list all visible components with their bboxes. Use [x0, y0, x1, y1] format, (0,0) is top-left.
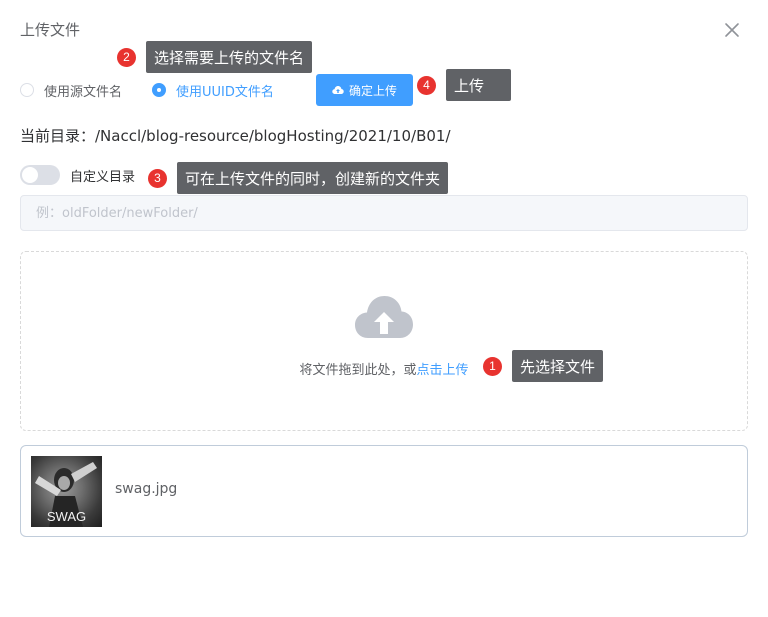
upload-drop-zone[interactable]: 将文件拖到此处，或点击上传	[20, 251, 748, 431]
annotation-badge: 1	[483, 356, 502, 376]
annotation-badge: 4	[417, 75, 436, 95]
custom-dir-switch[interactable]	[20, 165, 60, 185]
current-directory: 当前目录：/Naccl/blog-resource/blogHosting/20…	[20, 127, 451, 145]
upload-button-label: 确定上传	[348, 83, 397, 98]
annotation-tooltip: 上传	[446, 69, 511, 101]
click-upload-link[interactable]: 点击上传	[417, 363, 469, 378]
filename-radio-group: 使用源文件名 使用UUID文件名	[20, 74, 274, 106]
annotation-tooltip: 先选择文件	[512, 350, 604, 382]
file-thumbnail: SWAG	[31, 456, 102, 527]
annotation-tooltip: 选择需要上传的文件名	[146, 41, 313, 73]
thumbnail-caption: SWAG	[46, 509, 87, 524]
file-name: swag.jpg	[115, 481, 178, 497]
confirm-upload-button[interactable]: 确定上传	[316, 74, 413, 106]
custom-dir-label: 自定义目录	[70, 169, 136, 185]
dialog-title: 上传文件	[20, 21, 81, 39]
annotation-tooltip: 可在上传文件的同时，创建新的文件夹	[177, 162, 449, 194]
drop-zone-text: 将文件拖到此处，或点击上传	[21, 359, 747, 378]
radio-source-filename[interactable]: 使用源文件名	[20, 81, 122, 100]
radio-circle[interactable]	[20, 83, 34, 97]
drop-hint: 将文件拖到此处，或	[299, 363, 417, 378]
custom-dir-input[interactable]	[20, 195, 748, 231]
close-icon[interactable]	[722, 20, 742, 40]
switch-knob	[22, 167, 38, 183]
annotation-3: 3 可在上传文件的同时，创建新的文件夹	[148, 162, 449, 194]
cloud-upload-icon	[355, 296, 413, 338]
annotation-4: 4 上传	[417, 69, 511, 101]
annotation-badge: 2	[117, 47, 136, 67]
annotation-2: 2 选择需要上传的文件名	[117, 41, 313, 73]
custom-dir-row: 自定义目录	[20, 164, 135, 186]
radio-label: 使用源文件名	[44, 84, 123, 100]
radio-label: 使用UUID文件名	[176, 84, 274, 100]
radio-uuid-filename[interactable]: 使用UUID文件名	[152, 81, 274, 100]
radio-circle-checked[interactable]	[152, 83, 167, 97]
cloud-upload-icon	[332, 86, 344, 94]
annotation-badge: 3	[148, 168, 167, 188]
uploaded-file-item: SWAG swag.jpg	[20, 445, 748, 537]
annotation-1: 1 先选择文件	[483, 350, 604, 382]
